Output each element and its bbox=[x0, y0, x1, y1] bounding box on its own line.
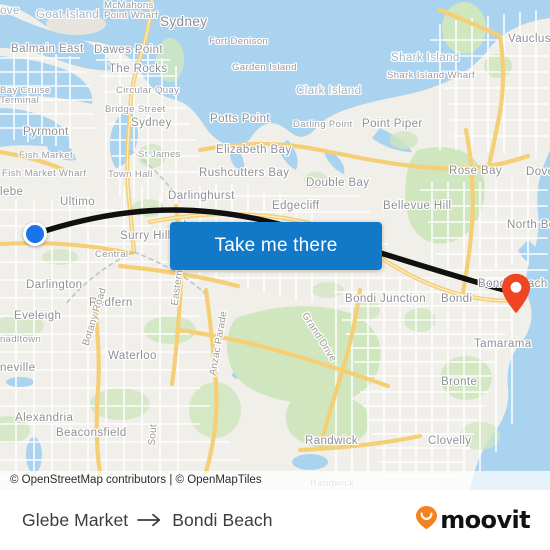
attribution-openmaptiles[interactable]: © OpenMapTiles bbox=[176, 474, 262, 486]
origin-marker-glebe-market[interactable] bbox=[23, 222, 47, 246]
map-pin-icon bbox=[501, 273, 531, 314]
trip-origin-label[interactable]: Glebe Market bbox=[22, 510, 128, 531]
moovit-trip-map-screen: ove Goat Island McMahons Point Wharf Sydney V… bbox=[0, 0, 550, 550]
attribution-separator: | bbox=[169, 474, 173, 486]
map-canvas[interactable]: ove Goat Island McMahons Point Wharf Sydney V… bbox=[0, 0, 550, 490]
moovit-logo[interactable]: moovit bbox=[415, 505, 531, 535]
moovit-pin-icon bbox=[415, 505, 438, 535]
trip-destination-label[interactable]: Bondi Beach bbox=[172, 510, 272, 531]
cta-label: Take me there bbox=[214, 235, 338, 256]
moovit-wordmark: moovit bbox=[440, 506, 530, 534]
destination-marker-bondi-beach[interactable] bbox=[501, 273, 531, 314]
map-attribution: © OpenStreetMap contributors | © OpenMap… bbox=[0, 471, 550, 490]
trip-summary: Glebe Market Bondi Beach bbox=[22, 510, 273, 531]
arrow-right-icon bbox=[137, 513, 163, 527]
trip-footer-bar: Glebe Market Bondi Beach moovit bbox=[0, 490, 550, 550]
take-me-there-button[interactable]: Take me there bbox=[170, 222, 382, 270]
attribution-osm[interactable]: © OpenStreetMap contributors bbox=[10, 474, 166, 486]
